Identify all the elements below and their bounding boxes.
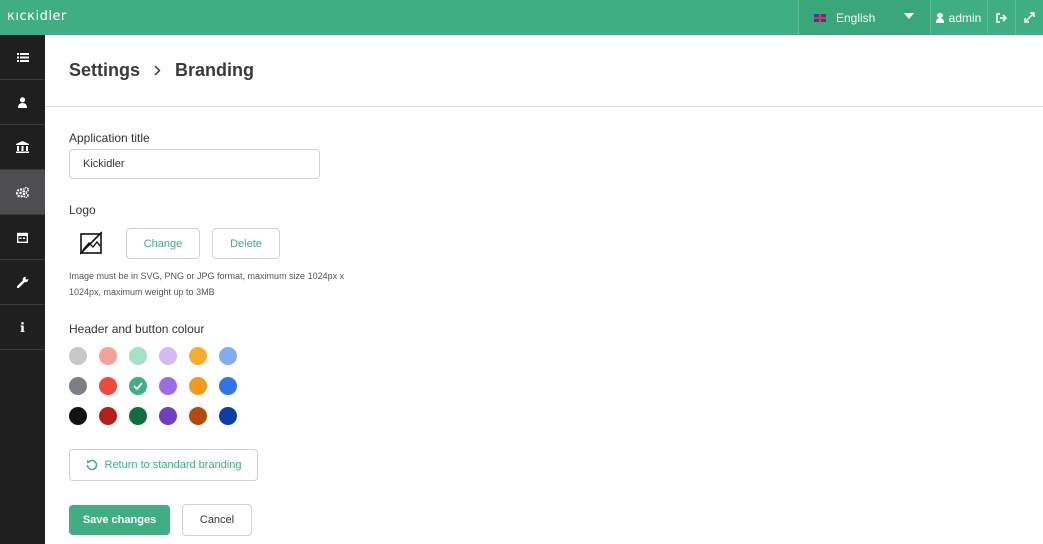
reset-branding-label: Return to standard branding [104, 459, 242, 471]
check-icon [133, 382, 143, 390]
logo-delete-button[interactable]: Delete [212, 228, 280, 259]
sidebar-item-settings[interactable] [0, 170, 45, 215]
breadcrumb-branding: Branding [175, 60, 255, 80]
app-title-label: Application title [69, 131, 150, 145]
sidebar [0, 35, 45, 544]
user-icon [935, 12, 944, 23]
list-icon [16, 52, 29, 62]
sidebar-item-reports[interactable] [0, 215, 45, 260]
user-menu[interactable]: admin [930, 0, 987, 35]
color-swatch[interactable] [129, 407, 147, 425]
breadcrumb: Settings Branding [69, 60, 254, 81]
color-swatch[interactable] [189, 407, 207, 425]
sidebar-item-tools[interactable] [0, 260, 45, 305]
logo-change-button[interactable]: Change [126, 228, 200, 259]
sidebar-item-dashboard[interactable] [0, 35, 45, 80]
save-changes-button[interactable]: Save changes [69, 505, 170, 535]
color-swatch[interactable] [159, 377, 177, 395]
chevron-right-icon [154, 60, 161, 81]
color-swatch[interactable] [159, 347, 177, 365]
bank-icon [16, 141, 29, 153]
color-swatch[interactable] [129, 347, 147, 365]
fullscreen-button[interactable] [1015, 0, 1043, 35]
color-swatch[interactable] [219, 347, 237, 365]
gears-icon [16, 186, 29, 198]
color-swatch[interactable] [219, 377, 237, 395]
color-swatch[interactable] [189, 347, 207, 365]
language-label: English [836, 10, 876, 25]
info-icon [20, 322, 25, 332]
logout-button[interactable] [987, 0, 1015, 35]
fullscreen-icon [1023, 12, 1035, 23]
wrench-icon [16, 276, 28, 288]
color-swatch[interactable] [69, 377, 87, 395]
top-bar: кıскidler English admin [0, 0, 1043, 35]
refresh-icon [86, 459, 97, 471]
sidebar-item-organization[interactable] [0, 125, 45, 170]
language-selector[interactable]: English [799, 0, 930, 35]
color-swatch[interactable] [69, 407, 87, 425]
divider [45, 106, 1043, 107]
color-swatch[interactable] [69, 347, 87, 365]
no-image-icon [80, 231, 102, 255]
breadcrumb-settings[interactable]: Settings [69, 60, 140, 81]
logo-label: Logo [69, 203, 96, 217]
color-swatch[interactable] [129, 377, 147, 395]
flag-uk-icon [814, 13, 826, 22]
cancel-button[interactable]: Cancel [182, 504, 252, 536]
sidebar-item-info[interactable] [0, 305, 45, 350]
sidebar-item-users[interactable] [0, 80, 45, 125]
color-swatch[interactable] [219, 407, 237, 425]
color-swatch[interactable] [99, 407, 117, 425]
logo-hint-text: Image must be in SVG, PNG or JPG format,… [69, 271, 345, 297]
calendar-icon [17, 232, 28, 243]
color-swatch[interactable] [159, 407, 177, 425]
user-name: admin [948, 10, 982, 25]
logout-icon [995, 12, 1007, 23]
color-section-label: Header and button colour [69, 322, 205, 336]
color-swatch[interactable] [99, 347, 117, 365]
color-swatch[interactable] [189, 377, 207, 395]
reset-branding-button[interactable]: Return to standard branding [69, 449, 258, 481]
chevron-down-icon [904, 13, 914, 19]
app-title-input[interactable] [69, 149, 320, 179]
color-swatch[interactable] [99, 377, 117, 395]
user-icon [18, 96, 27, 108]
app-logo[interactable]: кıскidler [7, 9, 67, 24]
